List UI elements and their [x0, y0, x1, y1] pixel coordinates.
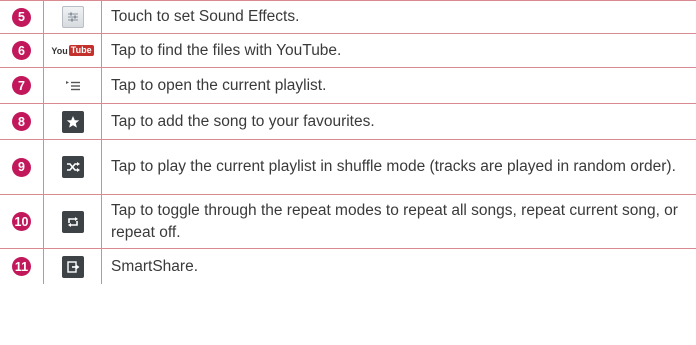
row-number-badge: 11 [12, 257, 31, 276]
row-number-badge: 10 [12, 212, 31, 231]
number-cell: 6 [0, 34, 44, 67]
table-row: 11 SmartShare. [0, 248, 696, 284]
shuffle-icon [61, 156, 84, 178]
description-text: Tap to play the current playlist in shuf… [111, 158, 676, 175]
description-text: Touch to set Sound Effects. [111, 8, 300, 25]
smartshare-icon [61, 255, 84, 278]
number-cell: 10 [0, 195, 44, 248]
icon-cell [44, 104, 102, 139]
row-number-badge: 8 [12, 112, 31, 131]
star-icon [61, 110, 84, 133]
row-number-badge: 5 [12, 7, 31, 27]
youtube-logo-tube: Tube [68, 45, 94, 56]
table-row: 8 Tap to add the song to your favourites… [0, 103, 696, 139]
icon-cell [44, 1, 102, 33]
table-row: 9 Tap to play the current playlist in sh… [0, 139, 696, 194]
icon-cell [44, 195, 102, 248]
youtube-logo-you: You [51, 45, 68, 56]
icon-description-table: 5 Touch to set Sound Effects. 6 You Tube… [0, 0, 696, 345]
number-cell: 7 [0, 68, 44, 103]
number-cell: 5 [0, 1, 44, 33]
table-row: 5 Touch to set Sound Effects. [0, 0, 696, 33]
number-cell: 11 [0, 249, 44, 284]
icon-cell [44, 68, 102, 103]
description-text: SmartShare. [111, 257, 199, 275]
icon-cell [44, 140, 102, 194]
table-row: 7 Tap to open the current playlist. [0, 67, 696, 103]
description-text: Tap to open the current playlist. [111, 76, 327, 94]
description-text: Tap to add the song to your favourites. [111, 112, 375, 130]
youtube-icon: You Tube [51, 45, 94, 56]
table-row: 10 Tap to toggle through the repeat mode… [0, 194, 696, 248]
icon-cell: You Tube [44, 34, 102, 67]
sound-effects-icon [61, 6, 84, 28]
row-number-badge: 9 [12, 157, 31, 177]
repeat-icon [61, 210, 84, 233]
number-cell: 8 [0, 104, 44, 139]
description-text: Tap to find the files with YouTube. [111, 41, 342, 59]
description-text: Tap to toggle through the repeat modes t… [111, 201, 678, 241]
icon-cell [44, 249, 102, 284]
row-number-badge: 6 [12, 41, 31, 60]
playlist-icon [62, 75, 84, 97]
number-cell: 9 [0, 140, 44, 194]
table-row: 6 You Tube Tap to find the files with You… [0, 33, 696, 67]
row-number-badge: 7 [12, 76, 31, 95]
